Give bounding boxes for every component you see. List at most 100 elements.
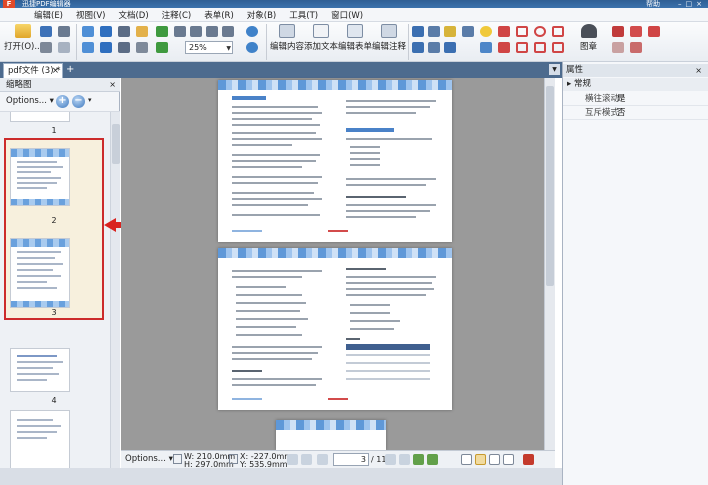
underline-icon[interactable] bbox=[648, 26, 660, 37]
text-box-icon[interactable] bbox=[412, 26, 424, 37]
close-tab-icon[interactable]: × bbox=[52, 64, 59, 78]
cloud-icon[interactable] bbox=[552, 42, 564, 53]
close-icon[interactable]: × bbox=[696, 0, 706, 8]
property-row[interactable]: 互斥模式 否 bbox=[563, 107, 708, 120]
open-button[interactable]: 打开(O)... bbox=[4, 24, 42, 52]
redo-icon[interactable] bbox=[100, 42, 112, 53]
page-thumbnail-3[interactable] bbox=[10, 238, 70, 308]
chevron-down-icon[interactable]: ▼ bbox=[549, 64, 560, 75]
first-page-icon[interactable] bbox=[287, 454, 298, 465]
rotate-back-icon[interactable] bbox=[156, 42, 168, 53]
facing-page-icon[interactable] bbox=[489, 454, 500, 465]
pencil-icon[interactable] bbox=[498, 26, 510, 37]
collapse-icon[interactable]: ▸ bbox=[567, 79, 574, 89]
close-icon[interactable]: × bbox=[109, 78, 116, 92]
eraser-icon[interactable] bbox=[612, 42, 624, 53]
menu-comment[interactable]: 注释(C) bbox=[162, 9, 192, 21]
history-icon[interactable] bbox=[427, 454, 438, 465]
snapshot-icon[interactable] bbox=[136, 42, 148, 53]
fit-page-icon[interactable] bbox=[174, 26, 186, 37]
scan-icon[interactable] bbox=[58, 26, 70, 37]
zoom-out-icon[interactable] bbox=[246, 42, 258, 53]
page-number-input[interactable]: 3 bbox=[333, 453, 369, 466]
edit-annot-button[interactable]: 编辑注释 bbox=[372, 24, 406, 52]
title-bar: 迅捷PDF编辑器 bbox=[0, 0, 708, 8]
document-scrollbar[interactable] bbox=[544, 78, 555, 450]
menu-document[interactable]: 文档(D) bbox=[118, 9, 148, 21]
add-tab-icon[interactable]: + bbox=[66, 63, 74, 77]
status-options-button[interactable]: Options... ▾ bbox=[125, 454, 173, 464]
chevron-down-icon[interactable]: ▾ bbox=[88, 96, 92, 104]
tab-document[interactable]: pdf文件 (3) * × bbox=[3, 63, 63, 78]
area-highlight-icon[interactable] bbox=[630, 42, 642, 53]
edit-form-button[interactable]: 编辑表单 bbox=[338, 24, 372, 52]
hand-tool-icon[interactable] bbox=[136, 26, 148, 37]
menu-form[interactable]: 表单(R) bbox=[204, 9, 234, 21]
arrow-line-icon[interactable] bbox=[498, 42, 510, 53]
scrollbar-thumb[interactable] bbox=[112, 124, 120, 164]
rectangle-icon[interactable] bbox=[534, 42, 546, 53]
thumbnail-options-button[interactable]: Options... ▾ bbox=[6, 96, 54, 106]
undo-icon[interactable] bbox=[100, 26, 112, 37]
previous-page-icon[interactable] bbox=[301, 454, 312, 465]
properties-section[interactable]: ▸ 常规 bbox=[563, 78, 708, 91]
textbox-frame-icon[interactable] bbox=[428, 42, 440, 53]
property-row[interactable]: 横往滚动 是 bbox=[563, 93, 708, 106]
note-icon[interactable] bbox=[480, 26, 492, 37]
menu-view[interactable]: 视图(V) bbox=[76, 9, 105, 21]
zoom-out-icon[interactable]: − bbox=[72, 95, 85, 108]
strikeout-icon[interactable] bbox=[444, 42, 456, 53]
forward-icon[interactable] bbox=[82, 42, 94, 53]
next-page-icon[interactable] bbox=[399, 454, 410, 465]
menu-tools[interactable]: 工具(T) bbox=[289, 9, 318, 21]
zoom-in-icon[interactable]: + bbox=[56, 95, 69, 108]
minimize-icon[interactable]: – bbox=[678, 0, 686, 8]
ellipse-icon[interactable] bbox=[534, 26, 546, 37]
typewriter-icon[interactable] bbox=[428, 26, 440, 37]
polygon-icon[interactable] bbox=[552, 26, 564, 37]
actual-size-icon[interactable] bbox=[206, 26, 218, 37]
add-text-button[interactable]: 添加文本 bbox=[304, 24, 338, 52]
print-icon[interactable] bbox=[40, 42, 52, 53]
menu-edit[interactable]: 编辑(E) bbox=[34, 9, 63, 21]
page-thumbnail-4[interactable] bbox=[10, 348, 70, 392]
zoom-select[interactable]: 25% ▼ bbox=[185, 41, 233, 54]
close-icon[interactable]: × bbox=[695, 64, 702, 77]
menu-window[interactable]: 窗口(W) bbox=[331, 9, 363, 21]
page-thumbnail-1[interactable] bbox=[10, 112, 70, 122]
menu-object[interactable]: 对象(B) bbox=[247, 9, 276, 21]
fit-visible-icon[interactable] bbox=[222, 26, 234, 37]
single-page-icon[interactable] bbox=[461, 454, 472, 465]
link-icon[interactable] bbox=[480, 42, 492, 53]
help-link[interactable]: 帮助 bbox=[646, 0, 660, 8]
save-icon[interactable] bbox=[40, 26, 52, 37]
forward-view-icon[interactable] bbox=[385, 454, 396, 465]
continuous-facing-icon[interactable] bbox=[503, 454, 514, 465]
window-controls[interactable]: –□× bbox=[678, 0, 706, 8]
callout-icon[interactable] bbox=[412, 42, 424, 53]
continuous-page-icon[interactable] bbox=[475, 454, 486, 465]
document-view[interactable] bbox=[121, 78, 555, 450]
fit-width-icon[interactable] bbox=[190, 26, 202, 37]
last-page-icon[interactable] bbox=[413, 454, 424, 465]
text-format-icon[interactable] bbox=[462, 26, 474, 37]
scrollbar-thumb[interactable] bbox=[546, 86, 554, 286]
back-icon[interactable] bbox=[82, 26, 94, 37]
back-view-icon[interactable] bbox=[317, 454, 328, 465]
page-thumbnail-2[interactable] bbox=[10, 148, 70, 206]
polyline-icon[interactable] bbox=[516, 42, 528, 53]
adobe-icon[interactable] bbox=[523, 454, 534, 465]
zoom-in-icon[interactable] bbox=[246, 26, 258, 37]
hand-tool-icon[interactable] bbox=[118, 26, 130, 37]
edit-content-button[interactable]: 编辑内容 bbox=[270, 24, 304, 52]
rotate-icon[interactable] bbox=[156, 26, 168, 37]
stamp-button[interactable]: 图章 bbox=[580, 24, 597, 52]
properties-icon[interactable] bbox=[58, 42, 70, 53]
line-icon[interactable] bbox=[516, 26, 528, 37]
maximize-icon[interactable]: □ bbox=[686, 0, 697, 8]
thumbnail-scrollbar[interactable] bbox=[110, 112, 120, 485]
highlight-icon[interactable] bbox=[630, 26, 642, 37]
select-tool-icon[interactable] bbox=[118, 42, 130, 53]
text-icon[interactable] bbox=[444, 26, 456, 37]
pen-icon[interactable] bbox=[612, 26, 624, 37]
